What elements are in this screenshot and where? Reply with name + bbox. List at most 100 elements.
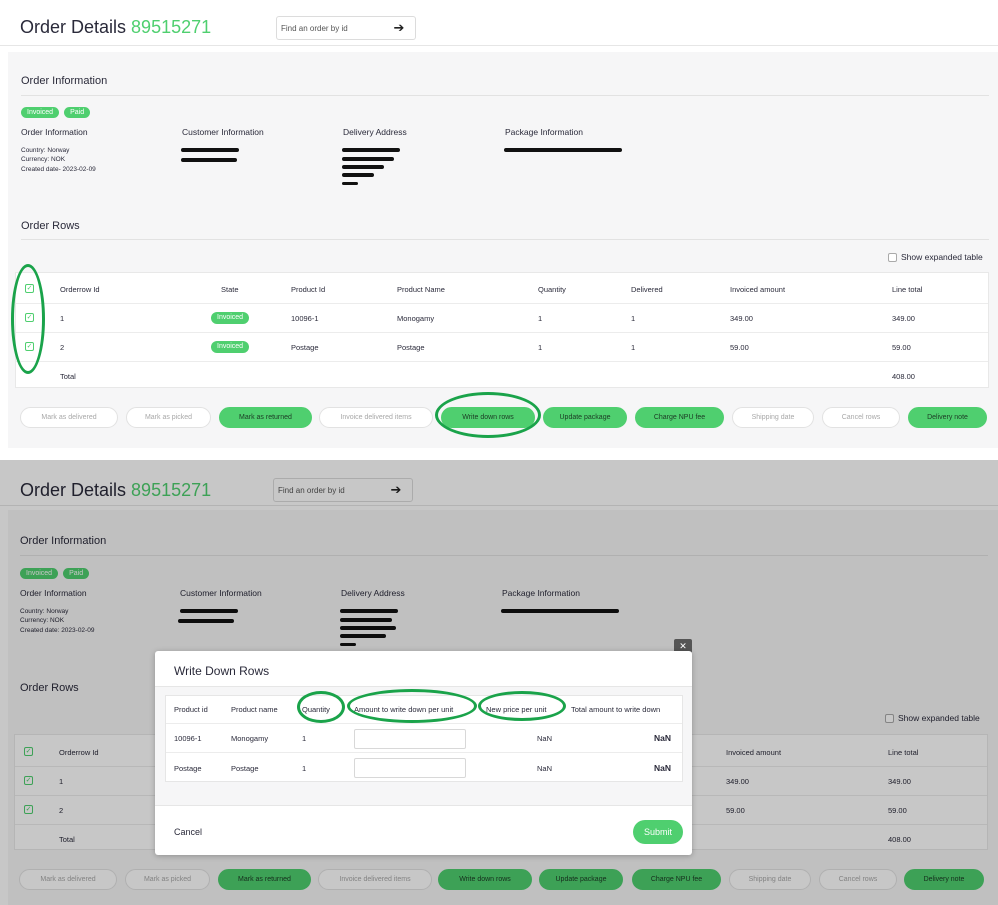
header-quantity: Quantity: [302, 705, 330, 714]
page-title-text: Order Details: [20, 17, 127, 37]
redaction-mark: [342, 173, 374, 177]
currency-text: Currency: NOK: [21, 156, 66, 163]
cancel-rows-button[interactable]: Cancel rows: [822, 407, 900, 428]
row-product-name: Postage: [397, 343, 425, 352]
mark-as-returned-button[interactable]: Mark as returned: [219, 407, 312, 428]
header-product-name: Product Name: [397, 285, 445, 294]
row-divider: [166, 723, 682, 724]
row-divider: [16, 361, 988, 362]
show-expanded-checkbox[interactable]: [888, 252, 897, 262]
order-info-heading: Order Information: [21, 127, 88, 137]
created-date-text: Created date- 2023-02-09: [21, 166, 96, 173]
row-total-write-down: NaN: [654, 763, 672, 773]
row-id: 1: [60, 314, 65, 323]
amount-per-unit-input[interactable]: [354, 758, 466, 778]
header-amount-per-unit: Amount to write down per unit: [354, 705, 454, 714]
redaction-mark: [342, 182, 358, 185]
row-divider: [166, 752, 682, 753]
header-line-total: Line total: [892, 285, 923, 294]
row-checkbox[interactable]: ✓: [25, 342, 34, 351]
write-down-rows-modal: Write Down Rows Product id Product name …: [155, 651, 692, 855]
header-invoiced-amount: Invoiced amount: [730, 285, 786, 294]
delivery-note-button[interactable]: Delivery note: [908, 407, 987, 428]
order-rows-title: Order Rows: [21, 220, 80, 232]
charge-npu-fee-button[interactable]: Charge NPU fee: [635, 407, 724, 428]
row-delivered: 1: [631, 343, 636, 352]
row-product-id: Postage: [291, 343, 319, 352]
arrow-right-icon[interactable]: ➔: [385, 17, 413, 39]
row-product-id: Postage: [174, 764, 202, 773]
row-state-badge: Invoiced: [211, 312, 250, 324]
order-search-input[interactable]: [277, 18, 385, 38]
total-value: 408.00: [892, 372, 915, 381]
row-product-name: Monogamy: [231, 734, 269, 743]
modal-title: Write Down Rows: [174, 664, 270, 678]
row-checkbox[interactable]: ✓: [25, 313, 34, 322]
row-product-id: 10096-1: [174, 734, 202, 743]
redaction-mark: [342, 148, 400, 152]
cancel-button[interactable]: Cancel: [174, 827, 202, 837]
panel-top-screenshot: Order Details 89515271 ➔ Order Informati…: [0, 0, 998, 452]
header-total-write-down: Total amount to write down: [571, 705, 661, 714]
main-content: Order Information Invoiced Paid Order In…: [8, 52, 998, 448]
delivery-address-heading: Delivery Address: [343, 127, 407, 137]
redaction-mark: [181, 158, 237, 162]
row-divider: [16, 303, 988, 304]
row-state-badge: Invoiced: [211, 341, 250, 353]
row-line-total: 59.00: [892, 343, 911, 352]
row-quantity: 1: [538, 343, 543, 352]
row-id: 2: [60, 343, 65, 352]
redaction-mark: [342, 165, 384, 169]
customer-info-heading: Customer Information: [182, 127, 264, 137]
redaction-mark: [181, 148, 239, 152]
total-label: Total: [60, 372, 76, 381]
header-delivered: Delivered: [631, 285, 663, 294]
show-expanded-toggle[interactable]: Show expanded table: [888, 252, 983, 262]
row-new-price: NaN: [537, 734, 553, 743]
order-search: ➔: [276, 16, 416, 40]
header-quantity: Quantity: [538, 285, 566, 294]
package-info-heading: Package Information: [505, 127, 583, 137]
status-badge-invoiced: Invoiced: [21, 107, 60, 118]
row-divider: [16, 332, 988, 333]
amount-per-unit-input[interactable]: [354, 729, 466, 749]
status-badge-paid: Paid: [64, 107, 91, 118]
row-product-id: 10096-1: [291, 314, 319, 323]
row-product-name: Postage: [231, 764, 259, 773]
header-product-id: Product id: [174, 705, 208, 714]
order-information-title: Order Information: [21, 75, 108, 87]
header-bar: Order Details 89515271 ➔: [0, 0, 998, 46]
write-down-rows-button[interactable]: Write down rows: [441, 407, 535, 428]
divider: [21, 239, 989, 240]
row-quantity: 1: [302, 764, 307, 773]
status-badges: Invoiced Paid: [21, 107, 91, 118]
redaction-mark: [342, 157, 394, 161]
submit-button[interactable]: Submit: [633, 820, 683, 844]
select-all-checkbox[interactable]: ✓: [25, 284, 34, 293]
order-number: 89515271: [131, 17, 212, 37]
modal-body: Product id Product name Quantity Amount …: [155, 686, 692, 806]
invoice-delivered-items-button[interactable]: Invoice delivered items: [319, 407, 433, 428]
divider: [21, 95, 989, 96]
row-new-price: NaN: [537, 764, 553, 773]
page-title: Order Details 89515271: [20, 17, 211, 38]
mark-as-delivered-button[interactable]: Mark as delivered: [20, 407, 118, 428]
row-line-total: 349.00: [892, 314, 915, 323]
row-quantity: 1: [302, 734, 307, 743]
order-rows-table: ✓ Orderrow Id State Product Id Product N…: [15, 272, 989, 388]
write-down-table: Product id Product name Quantity Amount …: [165, 695, 683, 782]
show-expanded-label: Show expanded table: [901, 252, 983, 262]
mark-as-picked-button[interactable]: Mark as picked: [126, 407, 211, 428]
header-product-id: Product Id: [291, 285, 326, 294]
row-delivered: 1: [631, 314, 636, 323]
country-text: Country: Norway: [21, 147, 70, 154]
row-product-name: Monogamy: [397, 314, 435, 323]
row-invoiced-amount: 59.00: [730, 343, 749, 352]
redaction-mark: [504, 148, 622, 152]
header-state: State: [221, 285, 239, 294]
shipping-date-button[interactable]: Shipping date: [732, 407, 814, 428]
header-orderrow-id: Orderrow Id: [60, 285, 100, 294]
update-package-button[interactable]: Update package: [543, 407, 627, 428]
header-product-name: Product name: [231, 705, 278, 714]
row-total-write-down: NaN: [654, 733, 672, 743]
